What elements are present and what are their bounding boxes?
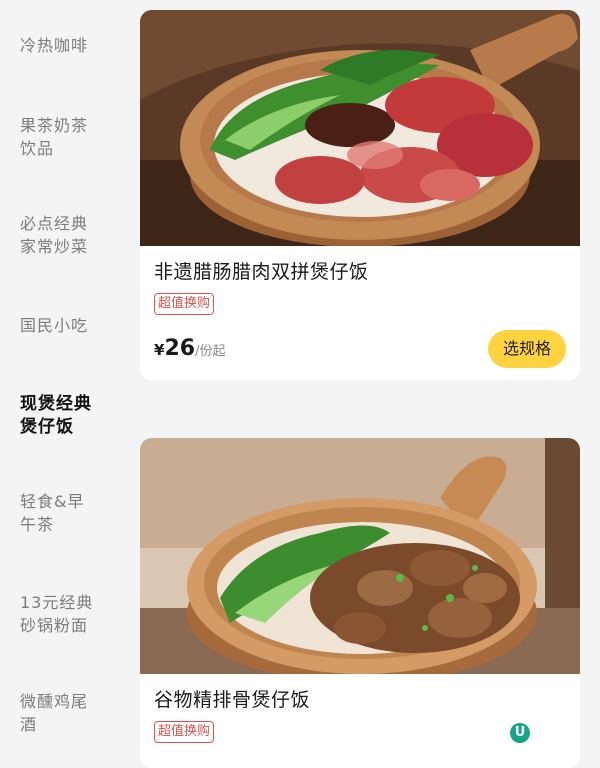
- category-fruit-tea[interactable]: 果茶奶茶饮品: [20, 114, 98, 160]
- product-photo[interactable]: [140, 10, 580, 246]
- category-sidebar: 冷热咖啡 果茶奶茶饮品 必点经典家常炒菜 国民小吃 现煲经典煲仔饭 轻食&早午茶…: [0, 0, 120, 750]
- category-coffee[interactable]: 冷热咖啡: [20, 34, 120, 57]
- select-spec-button[interactable]: 选规格: [488, 330, 566, 368]
- price-value: 26: [164, 336, 196, 361]
- u-logo-icon: U: [510, 723, 530, 743]
- product-photo[interactable]: [140, 438, 580, 674]
- category-stir-fry[interactable]: 必点经典家常炒菜: [20, 212, 98, 258]
- category-claypot-rice[interactable]: 现煲经典煲仔饭: [20, 393, 102, 439]
- price-unit: /份起: [195, 344, 226, 359]
- product-card[interactable]: 非遗腊肠腊肉双拼煲仔饭 超值换购 ¥26/份起 选规格: [140, 10, 580, 380]
- price: ¥26/份起: [154, 336, 225, 361]
- product-name: 谷物精排骨煲仔饭: [154, 689, 311, 711]
- category-noodles[interactable]: 13元经典砂锅粉面: [20, 591, 100, 637]
- category-snacks[interactable]: 国民小吃: [20, 314, 120, 337]
- currency-symbol: ¥: [154, 341, 165, 359]
- product-name: 非遗腊肠腊肉双拼煲仔饭: [154, 261, 369, 283]
- product-card[interactable]: 谷物精排骨煲仔饭 超值换购 U: [140, 438, 580, 768]
- exchange-badge: 超值换购: [154, 721, 215, 743]
- exchange-badge: 超值换购: [154, 293, 215, 315]
- category-light-meal[interactable]: 轻食&早午茶: [20, 490, 100, 536]
- category-cocktail[interactable]: 微醺鸡尾酒: [20, 690, 98, 736]
